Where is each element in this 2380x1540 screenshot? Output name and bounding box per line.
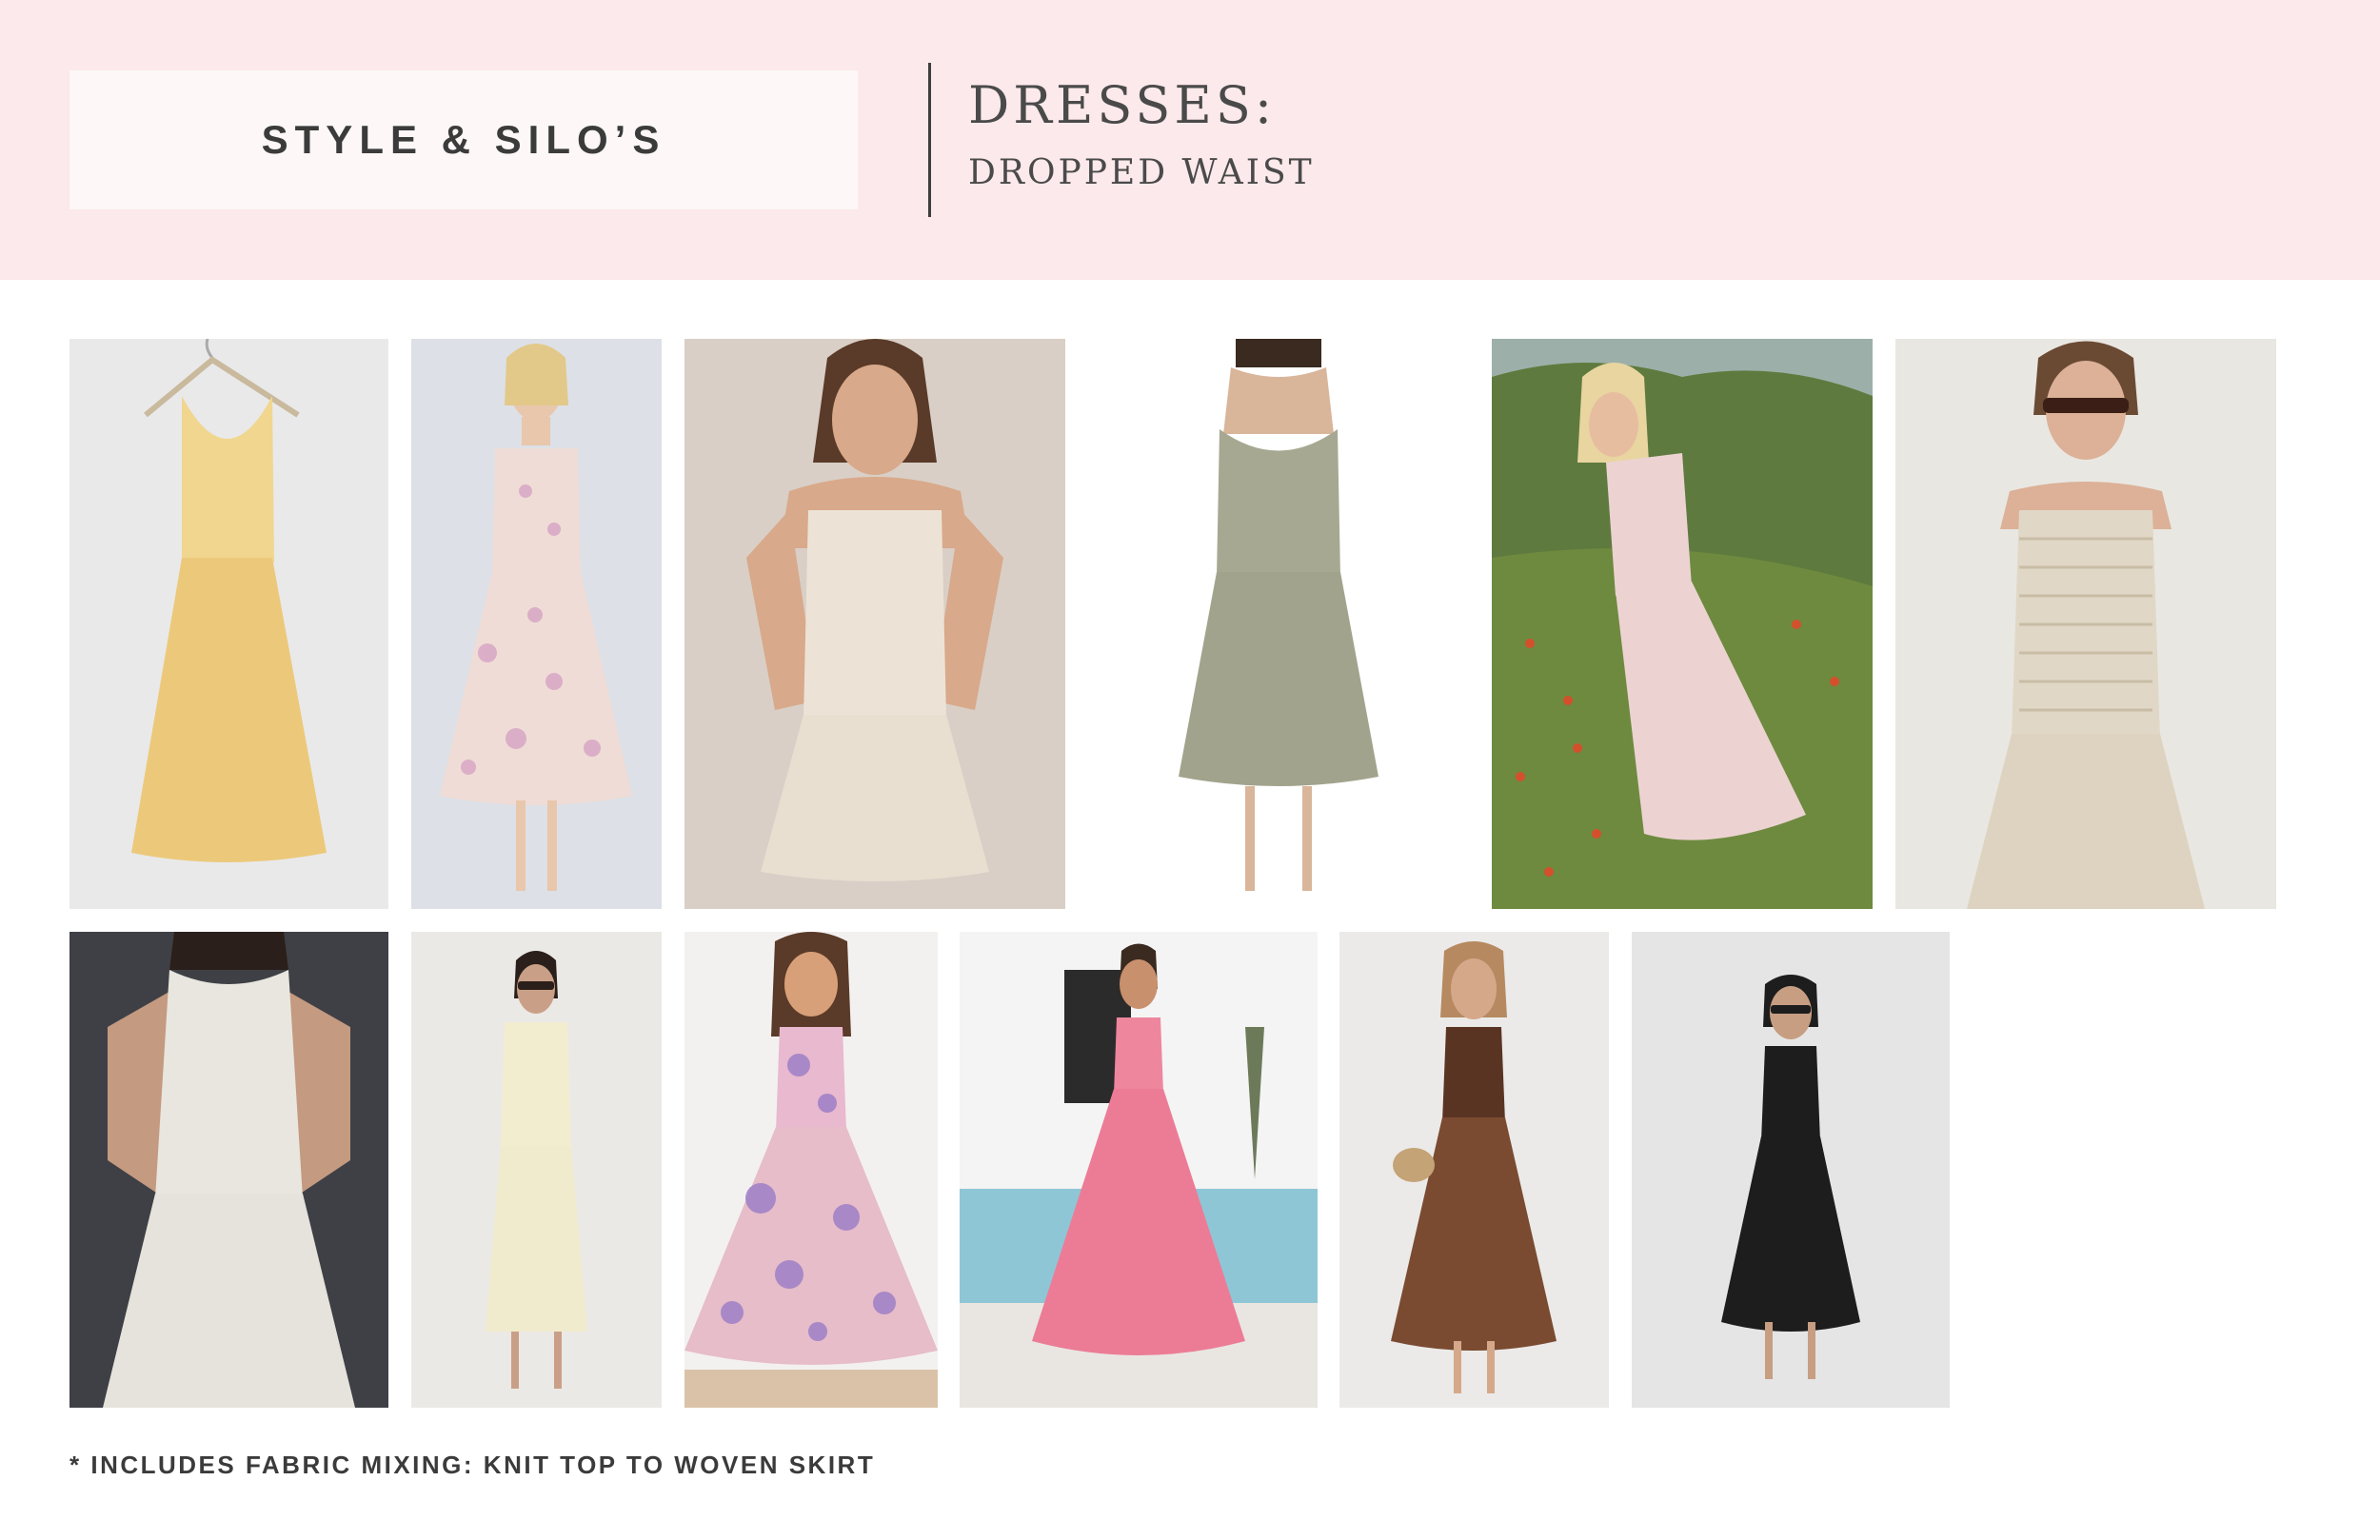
product-image-smocked-linen-dress[interactable] [1895, 339, 2276, 909]
page-title: DRESSES: [968, 75, 1277, 135]
product-image-floral-corset-midi-dress[interactable] [411, 339, 662, 909]
product-image-ivory-mini-dress[interactable] [684, 339, 1065, 909]
product-image-white-textured-dress[interactable] [69, 932, 388, 1408]
product-image-yellow-tank-midi-dress[interactable] [69, 339, 388, 909]
product-image-cream-sleeveless-dress[interactable] [411, 932, 662, 1408]
header-divider [928, 63, 931, 217]
header-banner: STYLE & SILO’S DRESSES: DROPPED WAIST [0, 0, 2380, 280]
page-subtitle: DROPPED WAIST [968, 153, 1315, 192]
product-image-black-scoop-midi-dress[interactable] [1632, 932, 1950, 1408]
product-image-brown-knit-midi-dress[interactable] [1339, 932, 1609, 1408]
product-image-sage-corset-midi-dress[interactable] [1088, 339, 1469, 909]
product-image-blush-strapless-dress[interactable] [1492, 339, 1873, 909]
footnote: * INCLUDES FABRIC MIXING: KNIT TOP TO WO… [69, 1451, 876, 1479]
product-image-pink-tiered-maxi-dress[interactable] [960, 932, 1318, 1408]
brand-name: STYLE & SILO’S [261, 117, 666, 162]
product-image-purple-floral-maxi-dress[interactable] [684, 932, 938, 1408]
brand-box: STYLE & SILO’S [69, 70, 858, 209]
